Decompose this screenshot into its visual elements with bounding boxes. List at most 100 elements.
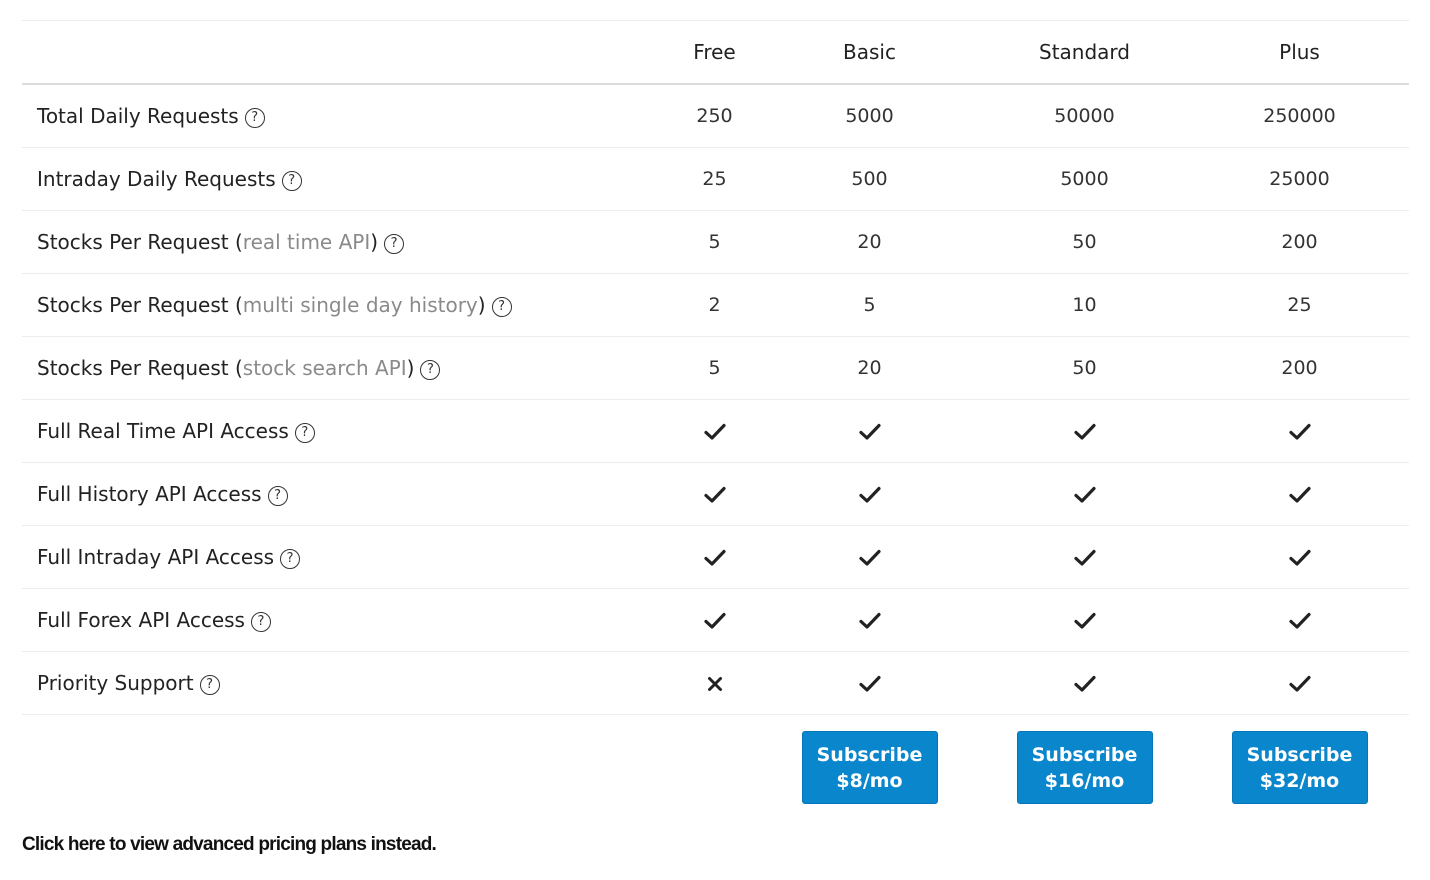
value-plus: 200 <box>1281 357 1318 379</box>
subscribe-basic-price: $8/mo <box>836 770 903 792</box>
value-standard: 10 <box>1072 294 1097 316</box>
feature-name: Full Intraday API Access <box>37 545 275 569</box>
check-icon <box>947 672 1222 694</box>
value-basic: 5000 <box>845 105 894 127</box>
value-plus: 200 <box>1281 231 1318 253</box>
check-icon <box>792 420 947 442</box>
check-icon <box>1222 420 1377 442</box>
check-icon <box>947 420 1222 442</box>
table-row: Intraday Daily Requests? 25 500 5000 25000 <box>22 148 1409 211</box>
subscribe-standard-button[interactable]: Subscribe $16/mo <box>1016 731 1153 804</box>
check-icon <box>1222 546 1377 568</box>
question-circle-icon[interactable]: ? <box>384 234 405 254</box>
value-free: 5 <box>708 357 721 379</box>
feature-name: Full History API Access <box>37 482 262 506</box>
check-icon <box>1222 672 1377 694</box>
check-icon <box>637 420 792 442</box>
feature-name: Stocks Per Request <box>37 293 229 317</box>
header-plan-standard: Standard <box>1039 40 1130 64</box>
pricing-table: Free Basic Standard Plus Total Daily Req… <box>22 20 1409 804</box>
subscribe-basic-label: Subscribe <box>816 744 923 766</box>
feature-label: Full Forex API Access? <box>22 608 637 632</box>
question-circle-icon[interactable]: ? <box>491 297 512 317</box>
value-standard: 50000 <box>1054 105 1115 127</box>
value-free: 25 <box>702 168 727 190</box>
header-plan-basic: Basic <box>843 40 896 64</box>
feature-label: Stocks Per Request (stock search API)? <box>22 356 637 380</box>
value-standard: 50 <box>1072 231 1097 253</box>
check-icon <box>947 546 1222 568</box>
value-basic: 20 <box>857 357 882 379</box>
table-header-row: Free Basic Standard Plus <box>22 21 1409 85</box>
cross-icon <box>637 672 792 694</box>
check-icon <box>792 672 947 694</box>
feature-name: Full Real Time API Access <box>37 419 289 443</box>
table-row: Stocks Per Request (stock search API)? 5 2… <box>22 337 1409 400</box>
question-circle-icon[interactable]: ? <box>294 423 315 443</box>
header-plan-free: Free <box>693 40 736 64</box>
table-row: Total Daily Requests? 250 5000 50000 250000 <box>22 85 1409 148</box>
feature-label: Stocks Per Request (real time API)? <box>22 230 637 254</box>
question-circle-icon[interactable]: ? <box>280 549 301 569</box>
subscribe-plus-button[interactable]: Subscribe $32/mo <box>1231 731 1368 804</box>
feature-label: Full History API Access? <box>22 482 637 506</box>
feature-label: Stocks Per Request (multi single day his… <box>22 293 637 317</box>
feature-qualifier: multi single day history <box>242 293 478 317</box>
table-row: Stocks Per Request (multi single day his… <box>22 274 1409 337</box>
check-icon <box>637 609 792 631</box>
feature-label: Full Real Time API Access? <box>22 419 637 443</box>
question-circle-icon[interactable]: ? <box>420 360 441 380</box>
subscribe-standard-price: $16/mo <box>1044 770 1125 792</box>
feature-name: Total Daily Requests <box>37 104 239 128</box>
subscribe-basic-button[interactable]: Subscribe $8/mo <box>801 731 938 804</box>
value-basic: 20 <box>857 231 882 253</box>
table-row: Full Forex API Access? <box>22 589 1409 652</box>
value-standard: 5000 <box>1060 168 1109 190</box>
feature-qualifier: stock search API <box>242 356 407 380</box>
value-plus: 25000 <box>1269 168 1330 190</box>
check-icon <box>637 483 792 505</box>
value-plus: 250000 <box>1263 105 1336 127</box>
value-free: 250 <box>696 105 733 127</box>
check-icon <box>792 609 947 631</box>
subscribe-plus-label: Subscribe <box>1246 744 1353 766</box>
feature-label: Total Daily Requests? <box>22 104 637 128</box>
subscribe-standard-label: Subscribe <box>1031 744 1138 766</box>
feature-name: Stocks Per Request <box>37 230 229 254</box>
value-free: 2 <box>708 294 721 316</box>
subscribe-plus-price: $32/mo <box>1259 770 1340 792</box>
advanced-pricing-link[interactable]: Click here to view advanced pricing plan… <box>22 834 437 856</box>
question-circle-icon[interactable]: ? <box>199 675 220 695</box>
check-icon <box>947 483 1222 505</box>
value-free: 5 <box>708 231 721 253</box>
value-basic: 5 <box>863 294 876 316</box>
table-row: Full Intraday API Access? <box>22 526 1409 589</box>
feature-name: Full Forex API Access <box>37 608 245 632</box>
value-standard: 50 <box>1072 357 1097 379</box>
header-plan-plus: Plus <box>1279 40 1320 64</box>
table-row: Full Real Time API Access? <box>22 400 1409 463</box>
check-icon <box>637 546 792 568</box>
subscribe-buttons-row: Subscribe $8/mo Subscribe $16/mo Subscri… <box>22 715 1409 804</box>
feature-qualifier: real time API <box>242 230 371 254</box>
feature-name: Intraday Daily Requests <box>37 167 276 191</box>
check-icon <box>792 483 947 505</box>
check-icon <box>947 609 1222 631</box>
value-basic: 500 <box>851 168 888 190</box>
check-icon <box>1222 483 1377 505</box>
question-circle-icon[interactable]: ? <box>250 612 271 632</box>
table-body: Total Daily Requests? 250 5000 50000 250000 I… <box>22 85 1409 715</box>
question-circle-icon[interactable]: ? <box>281 171 302 191</box>
feature-label: Full Intraday API Access? <box>22 545 637 569</box>
question-circle-icon[interactable]: ? <box>267 486 288 506</box>
check-icon <box>792 546 947 568</box>
feature-label: Priority Support? <box>22 671 637 695</box>
feature-name: Priority Support <box>37 671 194 695</box>
feature-name: Stocks Per Request <box>37 356 229 380</box>
table-row: Full History API Access? <box>22 463 1409 526</box>
table-row: Stocks Per Request (real time API)? 5 20 50… <box>22 211 1409 274</box>
check-icon <box>1222 609 1377 631</box>
feature-label: Intraday Daily Requests? <box>22 167 637 191</box>
question-circle-icon[interactable]: ? <box>244 108 265 128</box>
value-plus: 25 <box>1287 294 1312 316</box>
